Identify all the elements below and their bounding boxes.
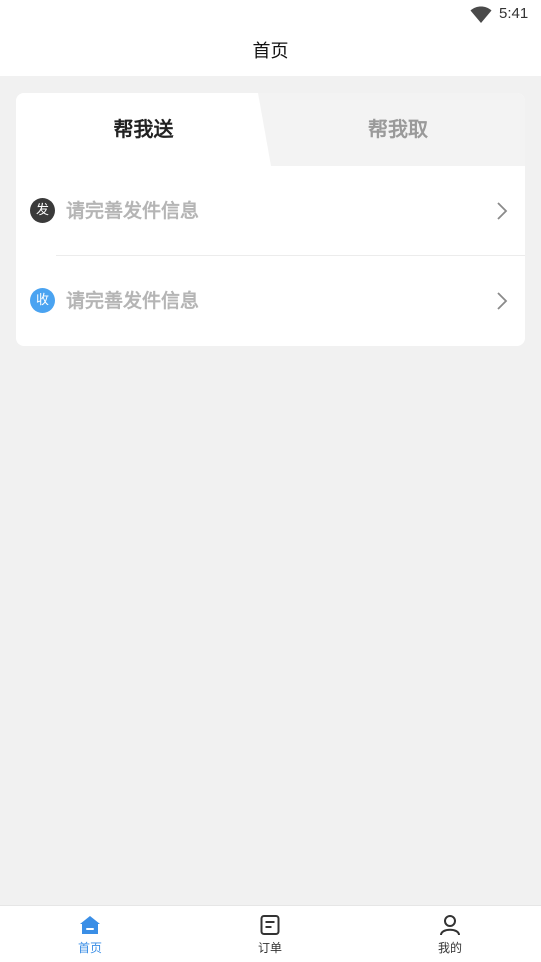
tab-mine-label: 我的 — [437, 941, 462, 955]
delivery-tabs: 帮我送 帮我取 — [16, 93, 525, 166]
wifi-icon — [470, 6, 492, 23]
tab-home[interactable]: 首页 — [30, 906, 150, 962]
sender-info-label: 请完善发件信息 — [66, 200, 200, 222]
bottom-tab-bar: 首页 订单 我的 — [0, 905, 541, 962]
status-bar: 5:41 — [0, 0, 541, 30]
tab-help-pickup[interactable]: 帮我取 — [271, 93, 525, 166]
receiver-info-row[interactable]: 收 请完善发件信息 — [16, 256, 525, 346]
page-title: 首页 — [252, 41, 289, 62]
delivery-card: 帮我送 帮我取 发 请完善发件信息 收 请完善发件信息 — [16, 93, 525, 346]
sender-info-row[interactable]: 发 请完善发件信息 — [16, 166, 525, 256]
home-icon — [80, 916, 100, 934]
chevron-right-icon — [497, 292, 508, 310]
tab-orders[interactable]: 订单 — [210, 906, 330, 962]
tab-mine[interactable]: 我的 — [390, 906, 510, 962]
user-icon — [440, 915, 460, 936]
chevron-right-icon — [497, 202, 508, 220]
order-icon — [260, 915, 280, 935]
receiver-info-label: 请完善发件信息 — [66, 290, 200, 312]
receive-badge: 收 — [30, 288, 55, 313]
tab-help-send[interactable]: 帮我送 — [16, 93, 271, 166]
tab-home-label: 首页 — [77, 941, 102, 955]
status-time: 5:41 — [499, 5, 529, 22]
send-badge: 发 — [30, 198, 55, 223]
tab-orders-label: 订单 — [257, 941, 282, 955]
navigation-bar: 首页 — [0, 30, 541, 76]
